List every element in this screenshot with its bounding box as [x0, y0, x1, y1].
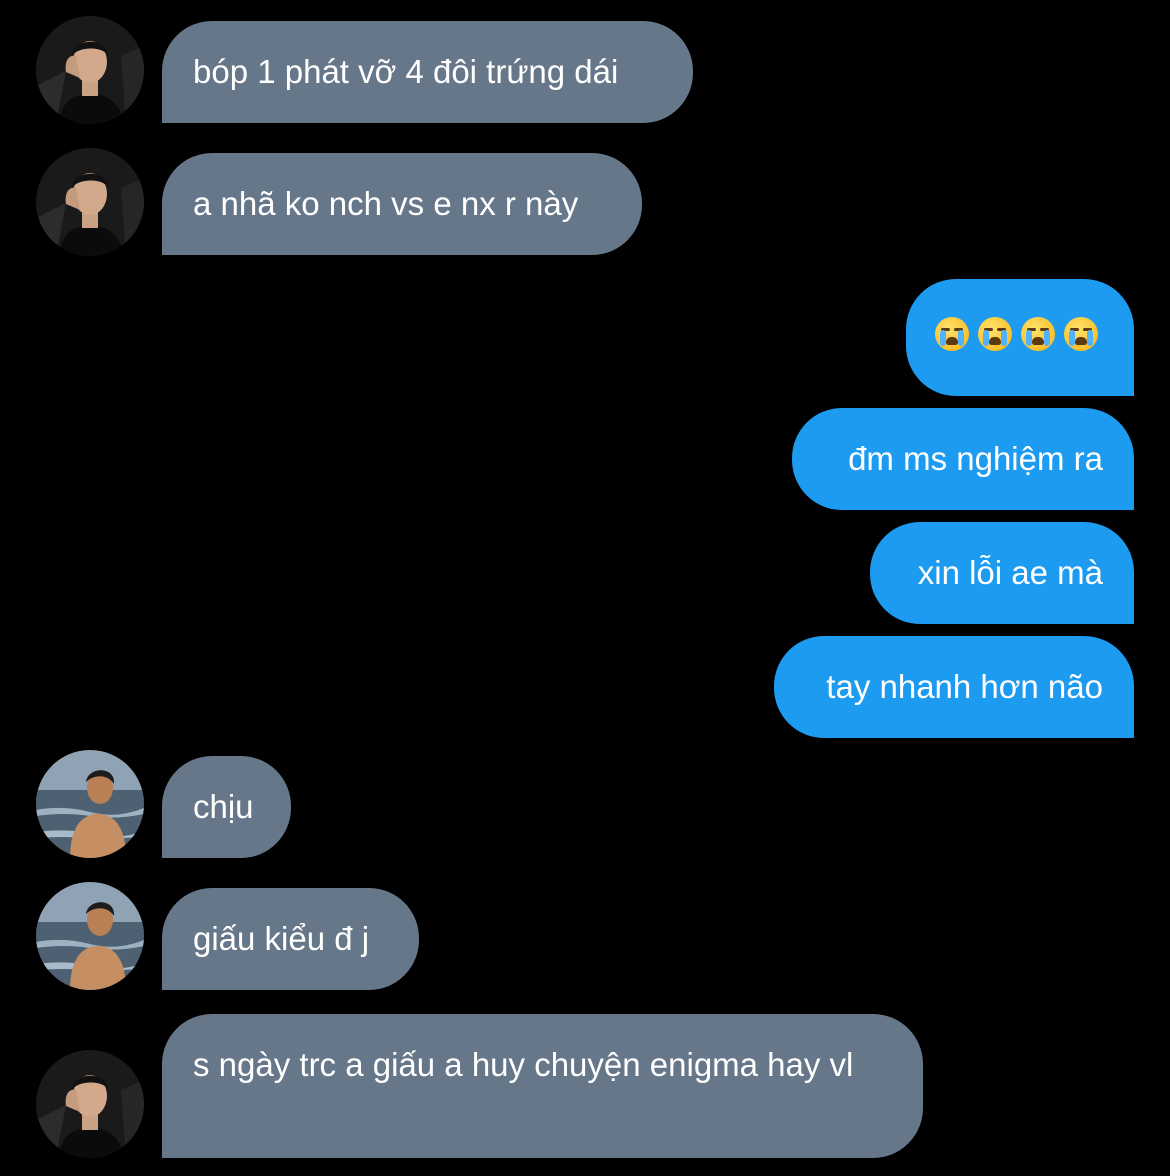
dark-portrait-avatar-icon: [36, 1050, 144, 1158]
avatar[interactable]: [36, 16, 144, 124]
message-bubble[interactable]: đm ms nghiệm ra: [792, 408, 1134, 510]
loudly-crying-face-icon: [1021, 317, 1055, 351]
message-bubble[interactable]: chịu: [162, 756, 291, 858]
avatar[interactable]: [36, 750, 144, 858]
avatar[interactable]: [36, 882, 144, 990]
beach-portrait-avatar-icon: [36, 882, 144, 990]
message-bubble[interactable]: xin lỗi ae mà: [870, 522, 1134, 624]
message-bubble[interactable]: s ngày trc a giấu a huy chuyện enigma ha…: [162, 1014, 923, 1158]
dark-portrait-avatar-icon: [36, 148, 144, 256]
message-bubble[interactable]: giấu kiểu đ j: [162, 888, 419, 990]
avatar[interactable]: [36, 1050, 144, 1158]
message-bubble[interactable]: tay nhanh hơn não: [774, 636, 1134, 738]
dark-portrait-avatar-icon: [36, 16, 144, 124]
message-bubble[interactable]: a nhã ko nch vs e nx r này: [162, 153, 642, 255]
beach-portrait-avatar-icon: [36, 750, 144, 858]
loudly-crying-face-icon: [935, 317, 969, 351]
loudly-crying-face-icon: [1064, 317, 1098, 351]
avatar[interactable]: [36, 148, 144, 256]
emoji-row: [906, 309, 1098, 351]
message-bubble[interactable]: [906, 279, 1134, 396]
message-bubble[interactable]: bóp 1 phát vỡ 4 đôi trứng dái: [162, 21, 693, 123]
loudly-crying-face-icon: [978, 317, 1012, 351]
